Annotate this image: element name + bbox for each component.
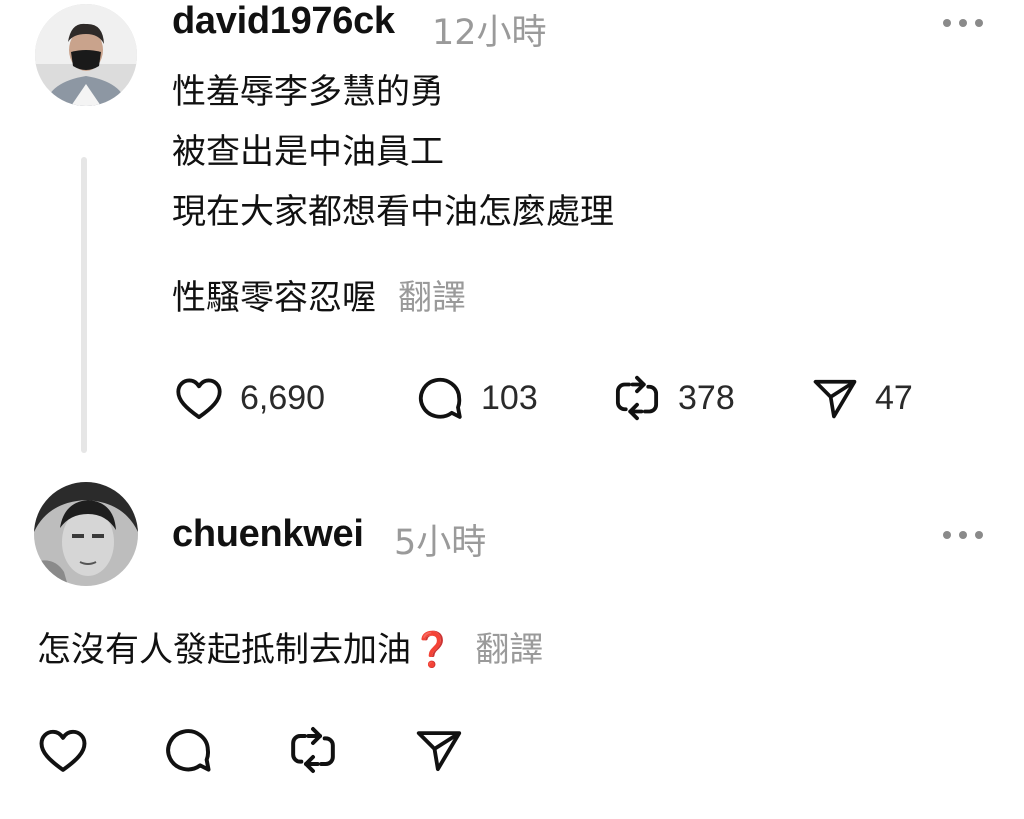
repost-button[interactable]: 378 [610,370,735,426]
more-icon[interactable] [943,16,983,30]
post-username[interactable]: david1976ck [172,0,395,43]
like-button[interactable] [35,722,91,778]
reply-username[interactable]: chuenkwei [172,513,364,556]
comment-icon [160,722,216,778]
share-button[interactable]: 47 [809,370,913,426]
translate-link[interactable]: 翻譯 [398,278,466,318]
post-text-line-3: 現在大家都想看中油怎麼處理 [172,192,614,232]
like-count: 6,690 [240,378,326,417]
post-last-line: 性騷零容忍喔 [172,278,376,318]
repost-icon [285,722,341,778]
repost-icon [610,371,664,425]
post-timestamp: 12小時 [432,13,547,53]
post-text-line-1: 性羞辱李多慧的勇 [172,72,444,112]
comment-icon [413,371,467,425]
post-text-line-4: 性騷零容忍喔 翻譯 [172,278,466,318]
send-icon [809,372,861,424]
more-icon[interactable] [943,528,983,542]
reply-button[interactable] [160,722,216,778]
translate-link[interactable]: 翻譯 [475,630,543,670]
reply-timestamp: 5小時 [394,523,487,563]
heart-icon [172,371,226,425]
post-text-line-2: 被查出是中油員工 [172,132,444,172]
thread-line [81,157,87,453]
heart-icon [35,722,91,778]
share-count: 47 [875,378,913,417]
share-button[interactable] [412,722,466,778]
question-emoji: ❓ [411,630,454,670]
reply-text: 怎沒有人發起抵制去加油 [37,630,411,670]
avatar[interactable] [35,4,137,106]
like-button[interactable]: 6,690 [172,370,325,426]
reply-text-line: 怎沒有人發起抵制去加油❓ 翻譯 [37,630,543,670]
reply-button[interactable]: 103 [413,370,538,426]
repost-count: 378 [678,378,735,417]
repost-button[interactable] [285,722,341,778]
reply-count: 103 [481,378,538,417]
send-icon [412,723,466,777]
avatar[interactable] [34,482,138,586]
